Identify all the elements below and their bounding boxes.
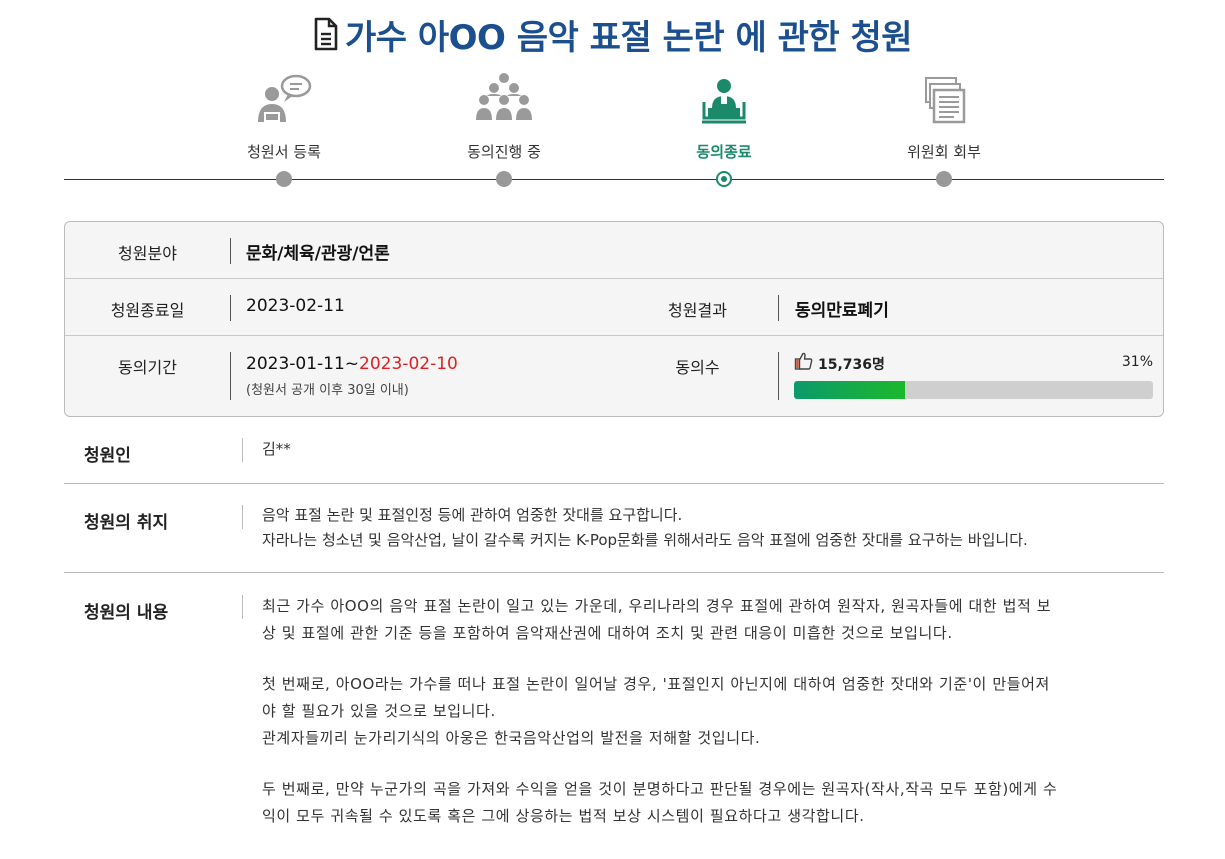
person-at-podium-icon <box>694 72 754 128</box>
petitioner-label: 청원인 <box>84 446 131 466</box>
period-start: 2023-01-11~ <box>246 354 360 374</box>
content-line: 두 번째로, 만약 누군가의 곡을 가져와 수익을 얻을 것이 분명하다고 판단… <box>262 780 1058 798</box>
divider <box>778 352 779 400</box>
agree-progress-bar <box>794 381 1153 399</box>
category-value: 문화/체육/관광/언론 <box>246 244 390 264</box>
document-icon <box>313 17 339 51</box>
purpose-label: 청원의 취지 <box>84 513 169 533</box>
period-label: 동의기간 <box>118 358 177 377</box>
page-title: 가수 아OO 음악 표절 논란 에 관한 청원 <box>0 10 1225 58</box>
document-stack-icon <box>914 72 974 128</box>
section-divider <box>64 483 1164 484</box>
divider <box>230 238 231 264</box>
step-registration: 청원서 등록 <box>214 72 354 187</box>
agree-progress-fill <box>794 381 906 399</box>
end-date-label: 청원종료일 <box>110 301 185 320</box>
end-date-value: 2023-02-11 <box>246 296 345 316</box>
info-row-end-date: 청원종료일 2023-02-11 청원결과 동의만료폐기 <box>65 279 1163 336</box>
page-title-text: 가수 아OO 음악 표절 논란 에 관한 청원 <box>344 17 913 58</box>
petitioner-value: 김** <box>262 440 291 458</box>
petition-info-box: 청원분야 문화/체육/관광/언론 청원종료일 2023-02-11 청원결과 동… <box>64 221 1164 417</box>
content-line: 상 및 표절에 관한 기준 등을 포함하여 음악재산권에 대하여 조치 및 관련… <box>262 624 953 642</box>
agree-percent: 31% <box>1121 354 1153 370</box>
step-dot <box>276 171 292 187</box>
agree-label: 동의수 <box>675 358 720 377</box>
divider <box>230 352 231 400</box>
divider <box>242 595 243 619</box>
section-content: 청원의 내용 최근 가수 아OO의 음악 표절 논란이 일고 있는 가운데, 우… <box>64 593 1164 859</box>
step-label: 동의종료 <box>696 143 752 161</box>
step-committee-referral: 위원회 회부 <box>874 72 1014 187</box>
info-row-period: 동의기간 2023-01-11~2023-02-10 (청원서 공개 이후 30… <box>65 336 1163 416</box>
step-dot <box>496 171 512 187</box>
purpose-line: 자라나는 청소년 및 음악산업, 날이 갈수록 커지는 K-Pop문화를 위해서… <box>262 531 1028 549</box>
content-text: 최근 가수 아OO의 음악 표절 논란이 일고 있는 가운데, 우리나라의 경우… <box>262 593 1057 830</box>
thumbs-up-icon <box>794 351 814 371</box>
step-label: 청원서 등록 <box>247 143 321 161</box>
period-value: 2023-01-11~2023-02-10 <box>246 354 458 374</box>
group-people-icon <box>474 72 534 128</box>
step-label: 위원회 회부 <box>907 143 981 161</box>
result-label: 청원결과 <box>668 301 727 320</box>
step-dot <box>936 171 952 187</box>
result-value: 동의만료폐기 <box>795 301 889 321</box>
content-line: 최근 가수 아OO의 음악 표절 논란이 일고 있는 가운데, 우리나라의 경우… <box>262 597 1052 615</box>
content-line: 관계자들끼리 눈가리기식의 아웅은 한국음악산업의 발전을 저해할 것입니다. <box>262 729 761 747</box>
agree-count: 15,736명 <box>818 357 885 373</box>
category-label: 청원분야 <box>118 244 177 263</box>
speaker-speech-bubble-icon <box>254 72 314 128</box>
period-note: (청원서 공개 이후 30일 이내) <box>246 383 409 398</box>
content-line: 익이 모두 귀속될 수 있도록 혹은 그에 상응하는 법적 보상 시스템이 필요… <box>262 807 865 825</box>
content-line: 첫 번째로, 아OO라는 가수를 떠나 표절 논란이 일어날 경우, '표절인지… <box>262 675 1050 693</box>
content-line: 야 할 필요가 있을 것으로 보입니다. <box>262 702 496 720</box>
progress-line <box>64 179 1164 180</box>
step-agreement-ended: 동의종료 <box>654 72 794 187</box>
content-label: 청원의 내용 <box>84 603 169 623</box>
divider <box>242 505 243 529</box>
section-purpose: 청원의 취지 음악 표절 논란 및 표절인정 등에 관하여 엄중한 잣대를 요구… <box>64 503 1164 573</box>
section-petitioner: 청원인 김** <box>64 436 1164 482</box>
info-row-category: 청원분야 문화/체육/관광/언론 <box>65 222 1163 279</box>
step-in-progress: 동의진행 중 <box>434 72 574 187</box>
petition-progress-steps: 청원서 등록 동의진행 중 동의종료 위원회 회부 <box>64 72 1164 192</box>
purpose-line: 음악 표절 논란 및 표절인정 등에 관하여 엄중한 잣대를 요구합니다. <box>262 506 683 524</box>
divider <box>778 295 779 321</box>
purpose-text: 음악 표절 논란 및 표절인정 등에 관하여 엄중한 잣대를 요구합니다. 자라… <box>262 503 1028 553</box>
step-label: 동의진행 중 <box>467 143 541 161</box>
divider <box>230 295 231 321</box>
section-divider <box>64 572 1164 573</box>
period-end: 2023-02-10 <box>359 354 458 374</box>
step-dot-active <box>716 171 732 187</box>
divider <box>242 438 243 462</box>
